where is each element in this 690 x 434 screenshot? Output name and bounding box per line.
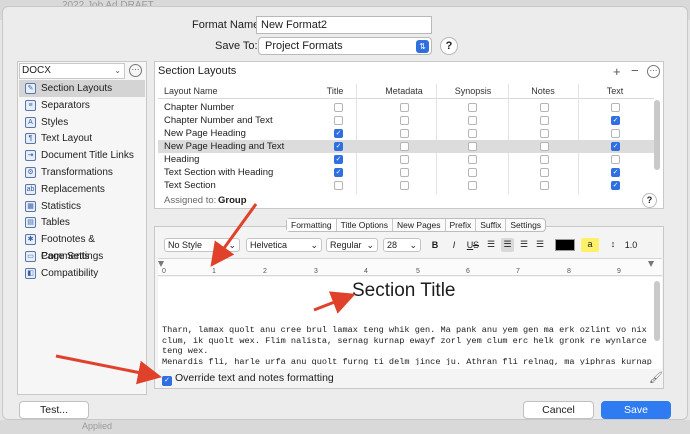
arrow-to-no-style [210,203,258,267]
arrow-to-section-title [313,291,356,314]
arrow-to-override-checkbox [55,354,162,385]
annotation-arrows [55,203,356,385]
